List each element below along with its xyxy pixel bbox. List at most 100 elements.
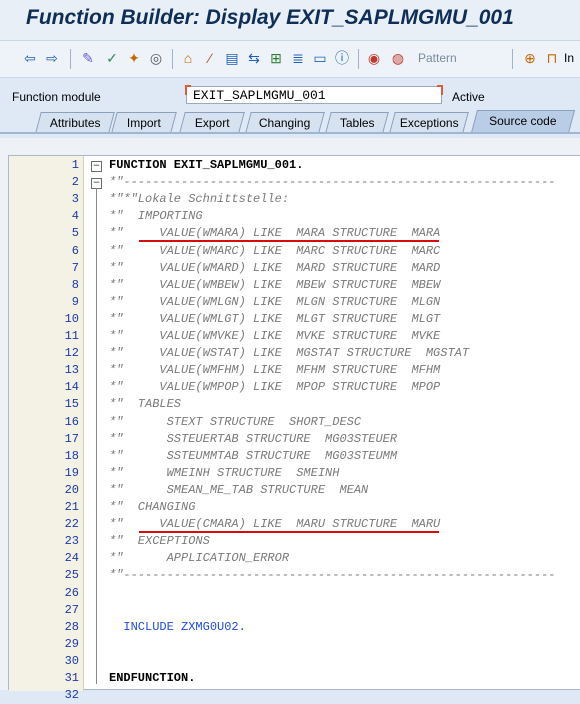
- code-line: 17 *" SSTEUERTAB STRUCTURE MG03STEUER: [9, 431, 580, 448]
- line-number: 25: [64, 568, 79, 583]
- editor-frame: 1 FUNCTION EXIT_SAPLMGMU_001. 2 *"---------…: [0, 138, 580, 702]
- truncated-button-label[interactable]: In: [564, 51, 574, 65]
- code-text: *" APPLICATION_ERROR: [109, 551, 290, 566]
- code-text: ENDFUNCTION.: [109, 671, 196, 685]
- tab-changing[interactable]: Changing: [245, 112, 325, 133]
- code-line: 13 *" VALUE(WMFHM) LIKE MFHM STRUCTURE MF…: [9, 362, 580, 379]
- frame-icon[interactable]: ⊓: [544, 50, 560, 66]
- code-text: *" VALUE(WMFHM) LIKE MFHM STRUCTURE MFHM: [109, 363, 441, 378]
- code-text: FUNCTION EXIT_SAPLMGMU_001.: [109, 158, 304, 172]
- tab-strip: Attributes Import Export Changing Tables…: [0, 110, 580, 133]
- layout-icon[interactable]: ≣: [290, 50, 306, 66]
- where-used-icon[interactable]: ⌂: [180, 50, 196, 66]
- documentation-icon[interactable]: ▭: [312, 50, 328, 66]
- tab-label: Tables: [339, 116, 375, 130]
- switch-edit-icon[interactable]: ✎: [80, 50, 96, 66]
- code-text: *" IMPORTING: [109, 209, 203, 224]
- tab-tables[interactable]: Tables: [325, 112, 389, 133]
- line-number: 4: [71, 209, 79, 224]
- line-number: 8: [71, 277, 79, 292]
- code-text: *" VALUE(WMVKE) LIKE MVKE STRUCTURE MVKE: [109, 329, 441, 343]
- code-line: 14 *" VALUE(WMPOP) LIKE MPOP STRUCTURE MP…: [9, 379, 580, 396]
- line-number: 10: [64, 311, 79, 326]
- code-text: *"--------------------------------------…: [109, 568, 556, 583]
- toolbar-separator: [172, 49, 173, 69]
- tab-export[interactable]: Export: [179, 112, 245, 133]
- line-number: 14: [64, 380, 79, 395]
- code-line: 7 *" VALUE(WMARD) LIKE MARD STRUCTURE MAR…: [9, 260, 580, 277]
- line-number: 6: [71, 243, 79, 258]
- toolbar-separator: [512, 49, 513, 69]
- line-number: 2: [71, 175, 79, 190]
- line-number: 5: [71, 226, 79, 241]
- line-number: 23: [64, 534, 79, 549]
- object-list-icon[interactable]: ⇆: [246, 50, 262, 66]
- title-bar: Function Builder: Display EXIT_SAPLMGMU_…: [0, 0, 580, 41]
- function-module-label: Function module: [12, 90, 101, 104]
- code-line: 27: [9, 602, 580, 619]
- code-line: 23 *" EXCEPTIONS: [9, 533, 580, 550]
- status-text: Active: [452, 90, 485, 104]
- code-text: *" VALUE(WMARC) LIKE MARC STRUCTURE MARC: [109, 243, 441, 258]
- code-line: 8 *" VALUE(WMBEW) LIKE MBEW STRUCTURE MBE…: [9, 277, 580, 294]
- tab-exceptions[interactable]: Exceptions: [389, 112, 469, 133]
- forward-icon[interactable]: ⇨: [44, 50, 60, 66]
- tab-label: Changing: [259, 116, 311, 130]
- code-text: *" SSTEUERTAB STRUCTURE MG03STEUER: [109, 431, 398, 446]
- line-number: 3: [71, 192, 79, 207]
- pattern-button[interactable]: Pattern: [418, 51, 457, 65]
- code-text: *" VALUE(WMARD) LIKE MARD STRUCTURE MARD: [109, 260, 441, 275]
- tab-import[interactable]: Import: [111, 112, 177, 133]
- source-code-editor[interactable]: 1 FUNCTION EXIT_SAPLMGMU_001. 2 *"---------…: [8, 155, 580, 702]
- code-line: 24 *" APPLICATION_ERROR: [9, 550, 580, 567]
- line-number: 26: [64, 585, 79, 600]
- back-icon[interactable]: ⇦: [22, 50, 38, 66]
- line-number: 24: [64, 551, 79, 566]
- check-icon[interactable]: ✓: [104, 50, 120, 66]
- hierarchy-icon[interactable]: ⊞: [268, 50, 284, 66]
- line-number: 27: [64, 602, 79, 617]
- fold-toggle-icon[interactable]: −: [91, 161, 102, 172]
- code-line: 6 *" VALUE(WMARC) LIKE MARC STRUCTURE MAR…: [9, 243, 580, 260]
- test-icon[interactable]: ◎: [148, 50, 164, 66]
- tab-label: Import: [126, 116, 161, 130]
- tab-attributes[interactable]: Attributes: [35, 112, 115, 133]
- code-line: 11 *" VALUE(WMVKE) LIKE MVKE STRUCTURE MV…: [9, 328, 580, 345]
- toolbar-separator: [70, 49, 71, 69]
- session-breakpoint-icon[interactable]: ◍: [390, 50, 406, 66]
- line-number: 17: [64, 431, 79, 446]
- code-text: *" STEXT STRUCTURE SHORT_DESC: [109, 414, 362, 429]
- line-number: 11: [64, 329, 79, 343]
- code-line: 20 *" SMEAN_ME_TAB STRUCTURE MEAN: [9, 482, 580, 499]
- code-line: 10 *" VALUE(WMLGT) LIKE MLGT STRUCTURE ML…: [9, 311, 580, 328]
- code-line: 15 *" TABLES: [9, 396, 580, 413]
- line-number: 15: [64, 397, 79, 412]
- line-number: 12: [64, 346, 79, 361]
- code-line: 29: [9, 636, 580, 653]
- tab-source-code[interactable]: Source code: [470, 110, 576, 133]
- tab-label: Attributes: [49, 116, 101, 130]
- info-icon[interactable]: ⓘ: [334, 50, 350, 66]
- tab-label: Source code: [489, 114, 557, 128]
- window-title: Function Builder: Display EXIT_SAPLMGMU_…: [26, 6, 514, 29]
- application-toolbar: ⇦ ⇨ ✎ ✓ ✦ ◎ ⌂ ⁄ ▤ ⇆ ⊞ ≣ ▭ ⓘ ◉ ◍ Pattern …: [0, 41, 580, 78]
- line-number: 9: [71, 294, 79, 309]
- function-module-field[interactable]: EXIT_SAPLMGMU_001: [185, 85, 443, 104]
- display-object-list-icon[interactable]: ⁄: [202, 50, 218, 66]
- insert-icon[interactable]: ⊕: [522, 50, 538, 66]
- code-line: 25 *"------------------------------------…: [9, 567, 580, 584]
- activate-icon[interactable]: ✦: [126, 50, 142, 66]
- code-text: *"--------------------------------------…: [109, 175, 556, 190]
- line-number: 30: [64, 653, 79, 668]
- code-line: 30: [9, 653, 580, 670]
- tab-label: Exceptions: [399, 116, 459, 130]
- navigation-window-icon[interactable]: ▤: [224, 50, 240, 66]
- code-line: 18 *" SSTEUMMTAB STRUCTURE MG03STEUMM: [9, 448, 580, 465]
- code-line: 16 *" STEXT STRUCTURE SHORT_DESC: [9, 414, 580, 431]
- breakpoint-icon[interactable]: ◉: [366, 50, 382, 66]
- line-number: 21: [64, 500, 79, 514]
- code-text: *" VALUE(WMLGT) LIKE MLGT STRUCTURE MLGT: [109, 311, 441, 326]
- line-number: 18: [64, 448, 79, 463]
- fold-guide-line: [96, 188, 97, 684]
- code-text: *" SMEAN_ME_TAB STRUCTURE MEAN: [109, 482, 369, 497]
